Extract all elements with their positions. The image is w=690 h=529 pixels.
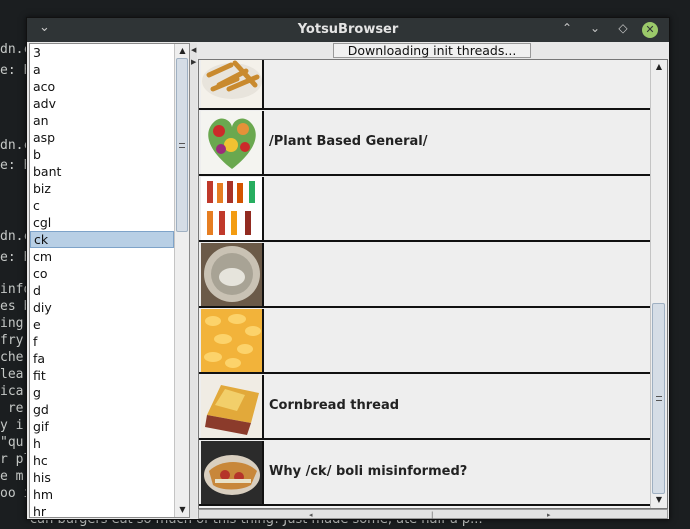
scroll-down-arrow-icon[interactable]: ▼ [651,493,667,507]
board-item-diy[interactable]: diy [30,299,174,316]
maximize-icon[interactable]: ◇ [616,21,630,35]
status-label: Downloading init threads... [333,43,531,58]
board-item-gd[interactable]: gd [30,401,174,418]
keep-above-icon[interactable]: ⌃ [560,21,574,35]
terminal-line: y i [0,418,24,433]
cornbread-icon[interactable] [201,375,264,438]
terminal-line: "qu [0,435,24,450]
board-item-d[interactable]: d [30,282,174,299]
board-list[interactable]: 3 a aco adv an asp b bant biz c cgl ck cm co d diy e f fa f… [30,44,174,517]
scroll-left-arrow-icon[interactable]: ◂ [309,511,313,519]
board-item-hm[interactable]: hm [30,486,174,503]
thread-title: Cornbread thread [269,398,400,413]
stromboli-icon[interactable] [201,441,264,504]
sauce-bottles-icon[interactable] [201,177,264,240]
thread-title: /Plant Based General/ [269,134,428,149]
title-bar[interactable]: ⌄ YotsuBrowser ⌃ ⌄ ◇ ✕ [27,18,669,42]
bowl-icon[interactable] [201,243,264,306]
scroll-up-arrow-icon[interactable]: ▲ [651,60,667,74]
board-item-cgl[interactable]: cgl [30,214,174,231]
board-item-hc[interactable]: hc [30,452,174,469]
close-icon[interactable]: ✕ [642,22,658,38]
heart-vegetables-icon[interactable] [201,111,264,174]
thread-row[interactable] [199,176,650,242]
terminal-line: lea [0,367,24,382]
scroll-grip-icon [179,143,185,148]
thread-row[interactable] [199,308,650,374]
minimize-icon[interactable]: ⌄ [588,21,602,35]
terminal-line: re [0,401,24,416]
thread-row[interactable]: /Plant Based General/ [199,110,650,176]
collapse-right-arrow-icon[interactable]: ▶ [191,58,196,66]
fries-icon[interactable] [201,60,264,108]
terminal-line: che [0,350,24,365]
board-item-g[interactable]: g [30,384,174,401]
thread-row[interactable]: Why /ck/ boli misinformed? [199,440,650,506]
board-item-biz[interactable]: biz [30,180,174,197]
yotsubrowser-window: ⌄ YotsuBrowser ⌃ ⌄ ◇ ✕ 3 a aco adv an asp b ban… [26,17,670,520]
board-item-cm[interactable]: cm [30,248,174,265]
terminal-line: ica [0,384,24,399]
board-list-scrollbar[interactable]: ▲ ▼ [174,44,189,517]
board-item-his[interactable]: his [30,469,174,486]
split-pane-divider[interactable]: ◀ ▶ [190,43,197,518]
thread-list-scrollbar[interactable]: ▲ ▼ [650,60,667,508]
board-item-h[interactable]: h [30,435,174,452]
board-list-panel: 3 a aco adv an asp b bant biz c cgl ck cm co d diy e f fa f… [29,43,190,518]
terminal-line: fry [0,333,24,348]
board-item-hr[interactable]: hr [30,503,174,517]
board-item-3[interactable]: 3 [30,44,174,61]
board-item-ck[interactable]: ck [30,231,174,248]
board-item-fit[interactable]: fit [30,367,174,384]
thread-list-panel: /Plant Based General/Cornbread thread Why… [198,59,668,509]
board-item-a[interactable]: a [30,61,174,78]
board-item-asp[interactable]: asp [30,129,174,146]
board-item-c[interactable]: c [30,197,174,214]
scroll-grip-icon [656,396,662,401]
thread-row[interactable] [199,60,650,110]
mac-and-cheese-icon[interactable] [201,309,264,372]
thread-row[interactable]: Cornbread thread [199,374,650,440]
horizontal-scrollbar[interactable]: ◂ | ▸ [198,509,668,519]
board-item-bant[interactable]: bant [30,163,174,180]
board-item-fa[interactable]: fa [30,350,174,367]
board-item-aco[interactable]: aco [30,78,174,95]
board-item-adv[interactable]: adv [30,95,174,112]
scroll-thumb[interactable] [652,303,665,494]
board-item-co[interactable]: co [30,265,174,282]
board-item-e[interactable]: e [30,316,174,333]
scroll-grip-icon: | [431,511,434,519]
thread-row[interactable] [199,242,650,308]
scroll-thumb[interactable] [176,58,188,232]
board-item-f[interactable]: f [30,333,174,350]
scroll-up-arrow-icon[interactable]: ▲ [175,44,190,58]
scroll-down-arrow-icon[interactable]: ▼ [175,503,190,517]
thread-title: Why /ck/ boli misinformed? [269,464,468,479]
collapse-left-arrow-icon[interactable]: ◀ [191,46,196,54]
board-item-an[interactable]: an [30,112,174,129]
scroll-right-arrow-icon[interactable]: ▸ [547,511,551,519]
board-item-gif[interactable]: gif [30,418,174,435]
terminal-line: e m [0,469,24,484]
board-item-b[interactable]: b [30,146,174,163]
